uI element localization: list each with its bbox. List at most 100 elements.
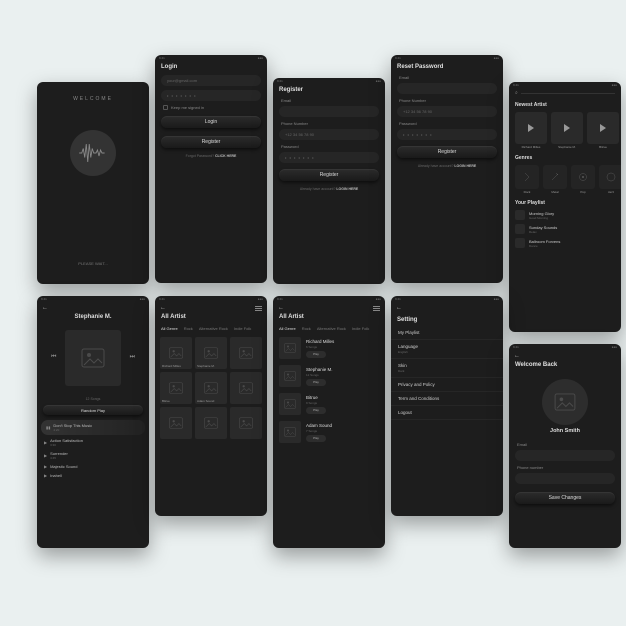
settings-title: Setting <box>391 314 503 326</box>
artist-row[interactable]: Adam Sound7 SongsPlay <box>273 418 385 446</box>
bars-icon: ▮▮ <box>46 425 50 430</box>
tab[interactable]: Indie Folk <box>234 326 251 331</box>
tab[interactable]: Indie Folk <box>352 326 369 331</box>
next-icon[interactable]: ⏭ <box>130 354 135 361</box>
song-row[interactable]: ▶Action Satisfaction3:30 <box>37 436 149 449</box>
back-icon[interactable]: ← <box>278 305 284 311</box>
genre-card[interactable]: Pop <box>571 165 595 194</box>
play-button[interactable]: Play <box>306 435 326 442</box>
email-input[interactable] <box>397 83 497 94</box>
artist-thumb[interactable] <box>230 372 262 404</box>
song-row[interactable]: ▶Majestic Sound <box>37 462 149 471</box>
tab[interactable]: Alternative Rock <box>199 326 228 331</box>
tab[interactable]: All Genre <box>161 326 178 331</box>
play-button[interactable]: Play <box>306 351 326 358</box>
setting-item[interactable]: Privacy and Policy <box>391 378 503 392</box>
artist-thumb[interactable]: Adam Sound <box>195 372 227 404</box>
password-input[interactable] <box>161 90 261 101</box>
tab[interactable]: Alternative Rock <box>317 326 346 331</box>
play-button[interactable]: Play <box>306 407 326 414</box>
artist-thumb[interactable] <box>230 337 262 369</box>
email-input[interactable]: your@gmail.com <box>161 75 261 86</box>
back-icon[interactable]: ← <box>396 305 402 311</box>
logo-waveform <box>70 130 116 176</box>
password-input[interactable] <box>397 129 497 140</box>
back-icon[interactable]: ← <box>42 305 48 311</box>
tab[interactable]: Rock <box>302 326 311 331</box>
artist-card[interactable]: Richard Milles <box>515 112 547 149</box>
song-row[interactable]: ▶Inahell <box>37 471 149 480</box>
screen-login: 9:41●●● Login your@gmail.com Keep me sig… <box>155 55 267 283</box>
setting-item[interactable]: LanguageEnglish <box>391 340 503 359</box>
back-icon[interactable]: ← <box>514 353 520 359</box>
checkbox-icon[interactable] <box>163 105 168 110</box>
login-here-link[interactable]: LOGIN HERE <box>336 187 358 191</box>
playlist-row[interactable]: Sunday SoundsRelax <box>509 222 621 236</box>
setting-item[interactable]: SkinDark <box>391 359 503 378</box>
save-changes-button[interactable]: Save Changes <box>515 492 615 504</box>
phone-input[interactable]: +12 34 56 78 90 <box>279 129 379 140</box>
register-button[interactable]: Register <box>161 136 261 148</box>
login-here-link[interactable]: LOGIN HERE <box>454 164 476 168</box>
artist-thumb[interactable]: Stephanie M. <box>195 337 227 369</box>
password-label: Password <box>273 142 385 150</box>
artist-card[interactable]: Stephanie M. <box>551 112 583 149</box>
remember-row[interactable]: Keep me signed in <box>155 103 267 112</box>
genre-card[interactable]: Rock <box>515 165 539 194</box>
random-play-button[interactable]: Random Play <box>43 405 143 415</box>
setting-item[interactable]: My Playlist <box>391 326 503 340</box>
login-button[interactable]: Login <box>161 116 261 128</box>
screen-register: 9:41●●● Register Email Phone Number +12 … <box>273 78 385 284</box>
reset-submit-button[interactable]: Register <box>397 146 497 158</box>
player-controls: ⏮ ⏭ <box>37 320 149 394</box>
artist-thumb[interactable]: Richard Milles <box>160 337 192 369</box>
artist-thumb[interactable] <box>160 407 192 439</box>
image-icon <box>279 337 301 359</box>
song-row[interactable]: ▶Surrender4:45 <box>37 449 149 462</box>
email-label: Email <box>273 96 385 104</box>
search-icon[interactable]: ⌕ <box>515 90 518 96</box>
tab[interactable]: Rock <box>184 326 193 331</box>
all-artist-title: All Artist <box>155 314 267 323</box>
artist-thumb[interactable] <box>195 407 227 439</box>
email-input[interactable] <box>515 450 615 461</box>
screen-player: 9:41●●● ← Stephanie M. ⏮ ⏭ 12 Songs Rand… <box>37 296 149 548</box>
genre-tabs[interactable]: All Genre Rock Alternative Rock Indie Fo… <box>273 323 385 334</box>
avatar[interactable] <box>542 379 588 425</box>
genre-card[interactable]: Jazz <box>599 165 621 194</box>
artist-thumb[interactable] <box>230 407 262 439</box>
playlist-row[interactable]: Morning GloryGood Morning <box>509 208 621 222</box>
menu-icon[interactable] <box>255 306 262 311</box>
play-button[interactable]: Play <box>306 379 326 386</box>
phone-input[interactable] <box>515 473 615 484</box>
all-artist-title: All Artist <box>273 314 385 323</box>
playlist-row[interactable]: Ballroom ForvensDance <box>509 236 621 250</box>
artist-thumb[interactable]: Bitrue <box>160 372 192 404</box>
artist-card[interactable]: Bitrue <box>587 112 619 149</box>
artist-row[interactable]: Richard Milles6 SongsPlay <box>273 334 385 362</box>
image-icon <box>279 393 301 415</box>
genre-tabs[interactable]: All Genre Rock Alternative Rock Indie Fo… <box>155 323 267 334</box>
song-row-active[interactable]: ▮▮Don't Stop This Music4:20 <box>41 420 145 435</box>
artist-row[interactable]: Stephanie M.12 SongsPlay <box>273 362 385 390</box>
register-submit-button[interactable]: Register <box>279 169 379 181</box>
tab[interactable]: All Genre <box>279 326 296 331</box>
play-icon <box>564 124 570 132</box>
setting-item-logout[interactable]: Logout <box>391 406 503 420</box>
password-input[interactable] <box>279 152 379 163</box>
menu-icon[interactable] <box>373 306 380 311</box>
phone-input[interactable]: +12 34 56 78 90 <box>397 106 497 117</box>
search-row[interactable]: ⌕ <box>509 88 621 98</box>
newest-artist-scroll[interactable]: Richard Milles Stephanie M. Bitrue <box>509 110 621 151</box>
screen-all-artist-list: 9:41●●● ← All Artist All Genre Rock Alte… <box>273 296 385 548</box>
artist-row[interactable]: Bitrue9 SongsPlay <box>273 390 385 418</box>
back-icon[interactable]: ← <box>160 305 166 311</box>
prev-icon[interactable]: ⏮ <box>51 354 56 361</box>
genre-card[interactable]: Metal <box>543 165 567 194</box>
image-icon <box>279 365 301 387</box>
email-input[interactable] <box>279 106 379 117</box>
forgot-link[interactable]: CLICK HERE <box>215 154 236 158</box>
play-icon: ▶ <box>44 440 47 445</box>
genres-scroll[interactable]: Rock Metal Pop Jazz <box>509 163 621 196</box>
setting-item[interactable]: Term and Conditions <box>391 392 503 406</box>
